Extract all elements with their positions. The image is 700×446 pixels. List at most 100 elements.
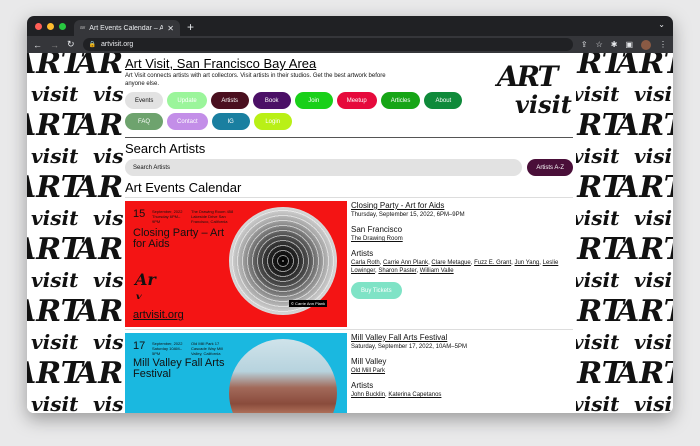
event-poster[interactable]: 15 September, 2022 Thursday 6PM–9PM The … [125, 201, 347, 327]
pattern-visit-word: visit [31, 268, 79, 292]
pattern-visit-word: visit [634, 82, 673, 106]
event-title-link[interactable]: Closing Party - Art for Aids [351, 201, 573, 211]
pattern-visit-word: visit [93, 82, 124, 106]
browser-toolbar: ← → ↻ 🔒 artvisit.org ⇪ ☆ ✱ ▣ ⋮ [27, 36, 673, 53]
artist-link[interactable]: Carrie Ann Plank [383, 260, 428, 266]
nav-button-faq[interactable]: FAQ [125, 113, 163, 130]
page-content: Art Visit, San Francisco Bay Area Art Vi… [124, 53, 576, 413]
artist-link[interactable]: Sharon Paster [378, 268, 416, 274]
reload-icon[interactable]: ↻ [67, 39, 75, 50]
pattern-art-word: ART [75, 356, 124, 391]
maximize-window-button[interactable] [59, 22, 66, 30]
pattern-visit-word: visit [31, 206, 79, 230]
pattern-visit-word: visit [576, 392, 620, 413]
poster-date: September, 2022 Thursday 6PM–9PM [152, 209, 183, 224]
buy-tickets-button[interactable]: Buy Tickets [351, 282, 402, 299]
event-card: 17 September, 2022 Saturday 10AM–5PM Old… [125, 329, 573, 413]
bookmark-star-icon[interactable]: ☆ [596, 40, 603, 49]
event-poster[interactable]: 17 September, 2022 Saturday 10AM–5PM Old… [125, 333, 347, 413]
logo-visit: visit [515, 90, 572, 119]
event-venue-link[interactable]: The Drawing Room [351, 235, 573, 243]
page-viewport: ARTvisitARTvisitARTvisitARTvisitARTvisit… [27, 53, 673, 413]
artist-link[interactable]: Jun Yang [514, 260, 539, 266]
artists-heading: Artists [351, 381, 374, 390]
close-window-button[interactable] [35, 22, 42, 30]
pattern-art-word: ART [75, 294, 124, 329]
nav-button-meetup[interactable]: Meetup [336, 92, 377, 109]
pattern-art-word: ART [616, 356, 673, 391]
header-divider [125, 137, 573, 138]
pattern-art-word: ART [616, 294, 673, 329]
event-city: Mill Valley [351, 357, 387, 366]
site-tagline: Art Visit connects artists with art coll… [125, 73, 386, 87]
art-visit-logo[interactable]: ART visit [491, 58, 572, 130]
artist-link[interactable]: Carla Roth [351, 260, 380, 266]
pattern-art-word: ART [75, 108, 124, 143]
tab-search-icon[interactable]: ⌄ [658, 20, 665, 29]
event-info: Mill Valley Fall Arts Festival Saturday,… [351, 333, 573, 413]
event-info: Closing Party - Art for Aids Thursday, S… [351, 201, 573, 327]
pattern-visit-word: visit [31, 330, 79, 354]
poster-day: 15 [133, 208, 146, 220]
pattern-visit-word: visit [634, 268, 673, 292]
artist-link[interactable]: Katerina Capetanos [388, 392, 441, 398]
nav-button-contact[interactable]: Contact [167, 113, 208, 130]
pattern-visit-word: visit [576, 82, 620, 106]
nav-button-articles[interactable]: Articles [380, 92, 421, 109]
menu-kebab-icon[interactable]: ⋮ [659, 40, 667, 49]
poster-logo-icon: Ar ᵥ [135, 270, 156, 303]
poster-brand: artvisit.org [133, 309, 184, 321]
nav-button-events[interactable]: Events [125, 92, 164, 109]
forward-icon[interactable]: → [50, 40, 59, 50]
poster-title: Mill Valley Fall Arts Festival [133, 357, 225, 380]
tab-bar: av Art Events Calendar – Art Visit ✕ + ⌄ [27, 16, 673, 36]
artist-link[interactable]: William Valle [420, 268, 454, 274]
profile-avatar[interactable] [641, 39, 651, 50]
url-text: artvisit.org [101, 41, 134, 48]
artist-link[interactable]: Clare Metague [431, 260, 470, 266]
artists-list: Carla Roth, Carrie Ann Plank, Clare Meta… [351, 260, 559, 274]
pattern-visit-word: visit [93, 330, 124, 354]
site-favicon: av [80, 25, 86, 31]
pattern-visit-word: visit [576, 206, 620, 230]
artists-a-z-button[interactable]: Artists A-Z [527, 159, 573, 176]
nav-button-book[interactable]: Book [252, 92, 291, 109]
artists-list: John Bucklin, Katerina Capetanos [351, 392, 442, 398]
pattern-visit-word: visit [31, 144, 79, 168]
back-icon[interactable]: ← [33, 40, 42, 50]
pattern-art-word: ART [616, 232, 673, 267]
event-city: San Francisco [351, 225, 403, 234]
nav-button-update[interactable]: Update [167, 92, 207, 109]
pattern-visit-word: visit [576, 330, 620, 354]
nav-button-about[interactable]: About [424, 92, 463, 109]
search-row: Search Artists Artists A-Z [125, 159, 573, 176]
pattern-art-word: ART [75, 232, 124, 267]
address-bar[interactable]: 🔒 artvisit.org [82, 38, 573, 51]
nav-button-ig[interactable]: IG [211, 113, 250, 130]
event-title-link[interactable]: Mill Valley Fall Arts Festival [351, 333, 573, 343]
pattern-visit-word: visit [93, 392, 124, 413]
share-icon[interactable]: ⇪ [581, 40, 588, 49]
event-venue-link[interactable]: Old Mill Park [351, 367, 573, 375]
pattern-visit-word: visit [93, 144, 124, 168]
close-tab-icon[interactable]: ✕ [167, 24, 174, 33]
search-artists-input[interactable]: Search Artists [125, 159, 523, 176]
poster-venue: Old Mill Park 17 Cascade Way Mill Valley… [191, 341, 223, 356]
extensions-icon[interactable]: ✱ [611, 40, 618, 49]
pattern-visit-word: visit [93, 206, 124, 230]
nav-button-artists[interactable]: Artists [210, 92, 249, 109]
main-nav: Events Update Artists Book Join Meetup Article… [125, 92, 485, 130]
tab-art-events-calendar[interactable]: av Art Events Calendar – Art Visit ✕ [74, 20, 180, 36]
artist-link[interactable]: John Bucklin [351, 392, 385, 398]
pattern-visit-word: visit [31, 82, 79, 106]
tab-title: Art Events Calendar – Art Visit [89, 24, 164, 32]
minimize-window-button[interactable] [47, 22, 54, 30]
nav-button-join[interactable]: Join [294, 92, 333, 109]
logo-art: ART [497, 60, 558, 93]
nav-button-login[interactable]: Login [253, 113, 292, 130]
poster-artwork-image [229, 207, 337, 315]
sidebar-icon[interactable]: ▣ [625, 40, 633, 49]
new-tab-button[interactable]: + [180, 20, 201, 36]
site-title[interactable]: Art Visit, San Francisco Bay Area [125, 56, 485, 71]
artist-link[interactable]: Fuzz E. Grant [474, 260, 511, 266]
